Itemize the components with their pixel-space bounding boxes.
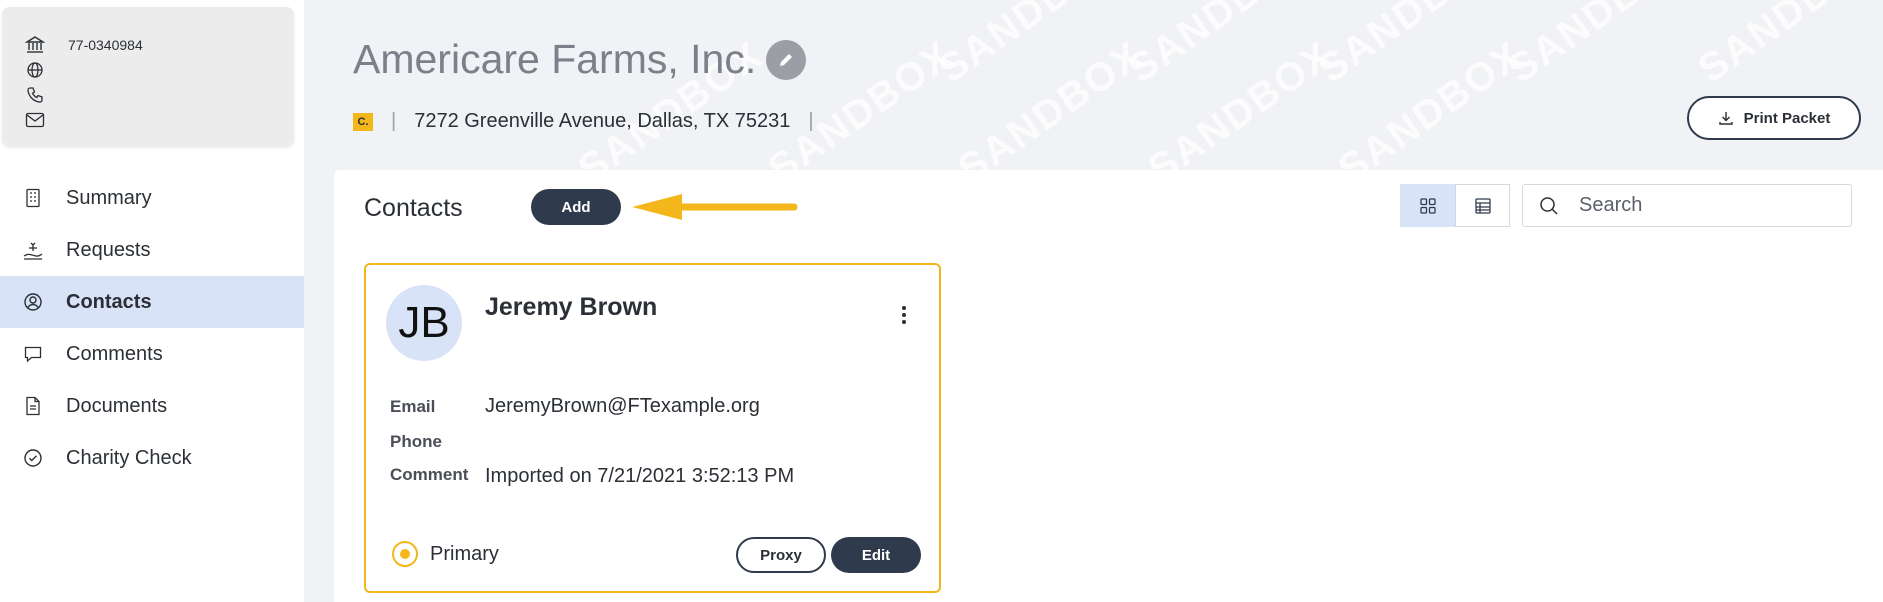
- document-icon: [22, 395, 44, 417]
- org-address: 7272 Greenville Avenue, Dallas, TX 75231: [414, 110, 791, 132]
- search-box: [1522, 184, 1852, 227]
- print-packet-label: Print Packet: [1743, 109, 1831, 127]
- globe-icon: [24, 59, 46, 81]
- website-row: [24, 59, 46, 81]
- grid-view-button[interactable]: [1400, 184, 1455, 227]
- building-icon: [22, 187, 44, 209]
- sidebar-item-label: Contacts: [66, 290, 152, 313]
- ein-row: 77-0340984: [24, 34, 143, 56]
- comment-label: Comment: [390, 465, 469, 484]
- primary-radio[interactable]: [392, 541, 418, 567]
- proxy-button[interactable]: Proxy: [736, 537, 826, 573]
- edit-name-button[interactable]: [766, 39, 807, 80]
- sidebar-item-summary[interactable]: Summary: [0, 172, 304, 224]
- check-circle-icon: [22, 447, 44, 469]
- sidebar-item-label: Documents: [66, 394, 168, 417]
- contact-name: Jeremy Brown: [485, 293, 658, 321]
- contact-card: JB Jeremy Brown Email JeremyBrown@FTexam…: [364, 263, 941, 593]
- sidebar-item-charity-check[interactable]: Charity Check: [0, 432, 304, 484]
- address-row: C. | 7272 Greenville Avenue, Dallas, TX …: [353, 110, 832, 133]
- page-title: Americare Farms, Inc.: [353, 36, 757, 82]
- sidebar-item-requests[interactable]: Requests: [0, 224, 304, 276]
- sidebar-item-comments[interactable]: Comments: [0, 328, 304, 380]
- chat-bubble-icon: [22, 343, 44, 365]
- envelope-icon: [24, 109, 46, 131]
- primary-label: Primary: [430, 542, 499, 565]
- email-row: [24, 109, 46, 131]
- download-icon: [1718, 110, 1734, 126]
- sidebar-item-label: Requests: [66, 238, 151, 261]
- search-input[interactable]: [1579, 194, 1829, 217]
- sidebar-item-label: Summary: [66, 186, 152, 209]
- page-header: Americare Farms, Inc.: [353, 36, 807, 83]
- email-value: JeremyBrown@FTexample.org: [485, 395, 760, 417]
- edit-contact-button[interactable]: Edit: [831, 537, 921, 573]
- grid-icon: [1419, 197, 1436, 214]
- contacts-panel: Contacts Add JB Jeremy Brown Email Jerem…: [334, 170, 1883, 602]
- sidebar-nav: Summary Requests Contacts Comments Docum…: [0, 172, 304, 484]
- primary-indicator: Primary: [392, 541, 499, 567]
- user-circle-icon: [22, 291, 44, 313]
- phone-label: Phone: [390, 432, 442, 451]
- email-label: Email: [390, 397, 436, 416]
- search-icon: [1540, 196, 1558, 215]
- contacts-title: Contacts: [364, 194, 463, 222]
- table-view-button[interactable]: [1455, 184, 1510, 227]
- org-info-card: 77-0340984: [2, 7, 294, 147]
- print-packet-button[interactable]: Print Packet: [1687, 96, 1861, 140]
- more-options-icon[interactable]: [894, 301, 914, 329]
- pencil-icon: [780, 53, 793, 66]
- avatar: JB: [386, 285, 462, 361]
- hand-gift-icon: [22, 239, 44, 261]
- divider: |: [391, 110, 397, 132]
- sidebar: 77-0340984 Summary Requests Contacts Com…: [0, 0, 304, 602]
- arrow-left-icon: [632, 194, 798, 220]
- comment-value: Imported on 7/21/2021 3:52:13 PM: [485, 465, 795, 487]
- bank-icon: [24, 34, 46, 56]
- table-icon: [1474, 197, 1491, 214]
- add-contact-button[interactable]: Add: [531, 189, 621, 225]
- sidebar-item-label: Charity Check: [66, 446, 192, 469]
- ein-value: 77-0340984: [68, 37, 143, 53]
- phone-row: [24, 84, 46, 106]
- org-type-badge: C.: [353, 112, 373, 131]
- phone-icon: [24, 84, 46, 106]
- view-toggle: [1400, 184, 1510, 227]
- sidebar-item-contacts[interactable]: Contacts: [0, 276, 304, 328]
- sidebar-item-documents[interactable]: Documents: [0, 380, 304, 432]
- sidebar-item-label: Comments: [66, 342, 163, 365]
- divider: |: [808, 110, 814, 132]
